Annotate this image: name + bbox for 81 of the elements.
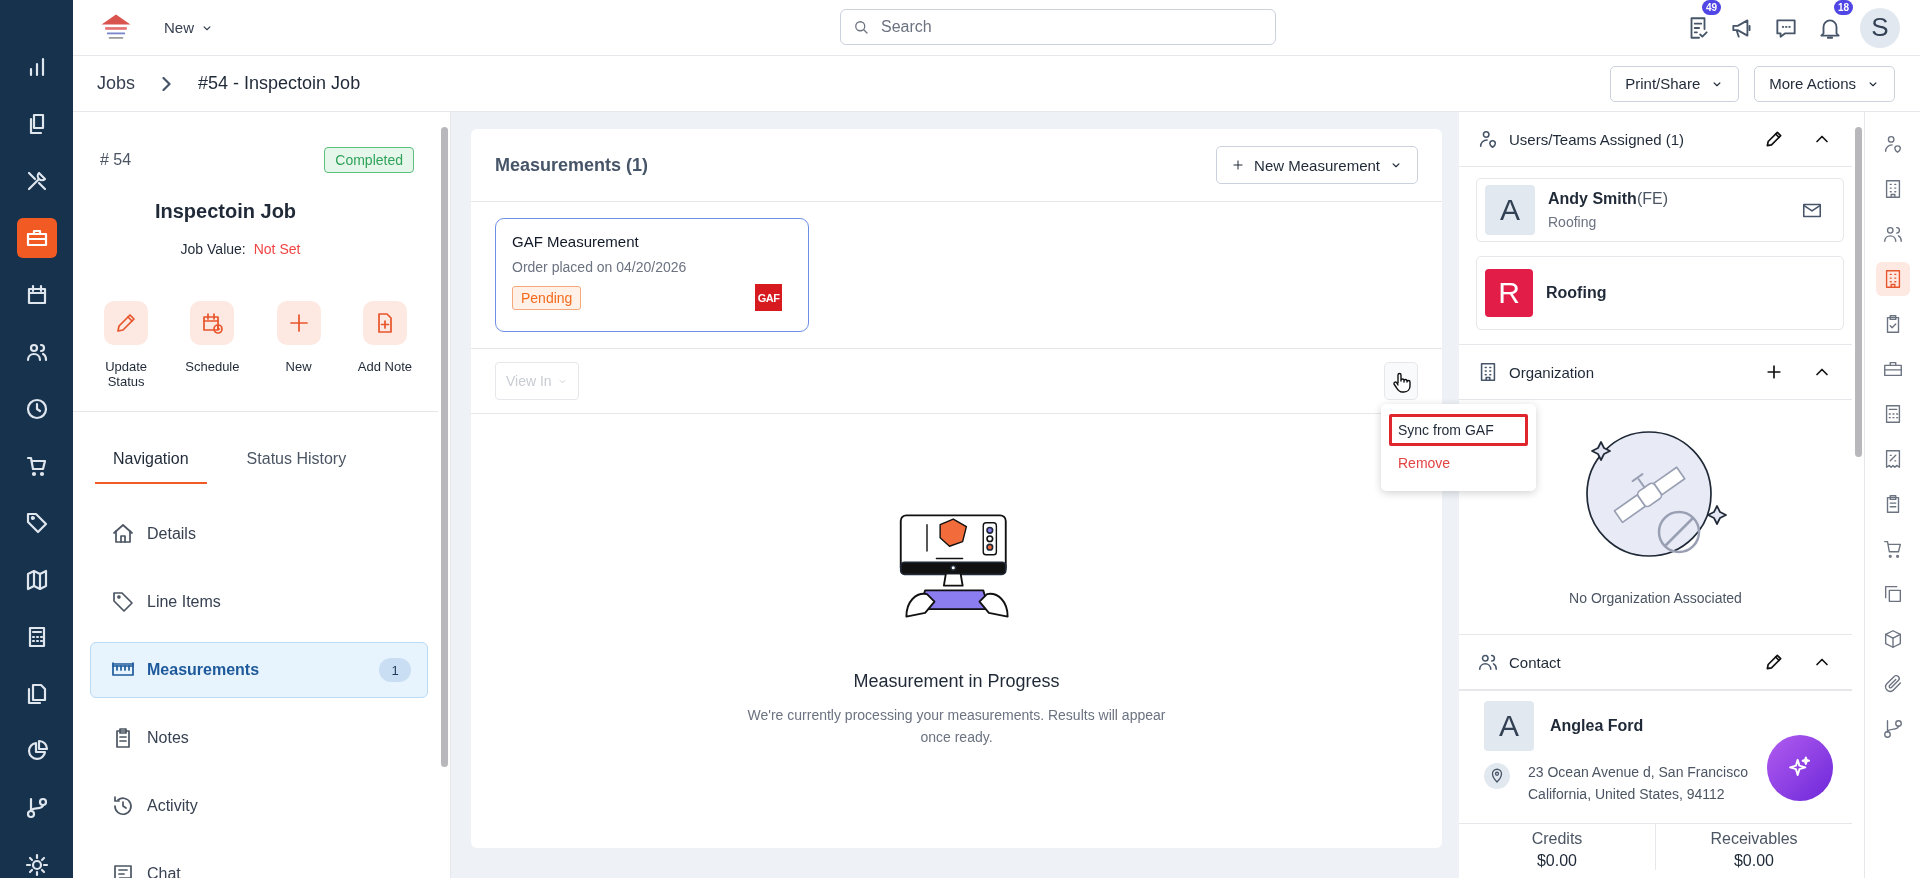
- member-role: Roofing: [1548, 214, 1598, 230]
- menu-item[interactable]: Remove: [1389, 452, 1528, 479]
- provider-logo: GAF: [755, 284, 782, 311]
- edit-icon[interactable]: [1764, 652, 1784, 672]
- member-card[interactable]: A Andy Smith(FE) Roofing: [1476, 178, 1844, 242]
- action-label: Add Note: [356, 359, 413, 374]
- scrollbar[interactable]: [1854, 127, 1862, 457]
- avatar: A: [1484, 701, 1534, 751]
- search-icon: [852, 18, 870, 36]
- nav-label: Activity: [147, 797, 199, 815]
- avatar: R: [1485, 269, 1533, 317]
- plus-icon: [1231, 158, 1246, 172]
- home-icon: [111, 522, 135, 546]
- file-plus-button[interactable]: [362, 301, 407, 345]
- user-avatar[interactable]: S: [1860, 7, 1900, 48]
- measurement-card[interactable]: GAF Measurement Order placed on 04/20/2026 Pending GAF: [495, 218, 809, 332]
- status-badge: Completed: [324, 147, 414, 173]
- edit-icon[interactable]: [1764, 129, 1784, 149]
- user-pin-icon: [1477, 128, 1499, 150]
- tab[interactable]: Navigation: [95, 442, 207, 484]
- nav-item[interactable]: Notes: [90, 710, 428, 766]
- nav-label: Measurements: [147, 661, 261, 679]
- section-title: Contact: [1509, 653, 1562, 671]
- job-value-label: Job Value:: [180, 241, 246, 257]
- calendar-clock-button[interactable]: [190, 301, 235, 345]
- action-label: New: [284, 359, 313, 374]
- history-icon: [111, 794, 135, 818]
- chevron-right-icon: [162, 76, 172, 91]
- map-pin-icon: [1484, 763, 1510, 789]
- count-badge: 18: [1834, 0, 1854, 15]
- nav-item[interactable]: Measurements 1: [90, 642, 428, 698]
- member-name: Roofing: [1546, 284, 1608, 302]
- empty-state-text: No Organization Associated: [1569, 590, 1742, 606]
- nav-item[interactable]: Activity: [90, 778, 428, 834]
- scrollbar[interactable]: [440, 127, 448, 767]
- section-title: Users/Teams Assigned (1): [1509, 130, 1686, 148]
- job-number: # 54: [100, 151, 132, 169]
- calendar-clock-icon: [200, 311, 225, 335]
- menu-item[interactable]: Sync from GAF: [1389, 414, 1528, 446]
- member-name: Andy Smith(FE): [1548, 190, 1669, 208]
- balance-label: Receivables: [1710, 830, 1798, 848]
- balance-label: Credits: [1531, 830, 1583, 848]
- new-menu-button[interactable]: New: [160, 15, 218, 40]
- empty-state-title: Measurement in Progress: [853, 671, 1060, 692]
- action-dropdown-button[interactable]: Print/Share: [1610, 65, 1740, 102]
- panel-title: Measurements (1): [495, 154, 649, 176]
- member-card[interactable]: R Roofing: [1476, 256, 1844, 330]
- briefcase-icon[interactable]: [16, 218, 57, 258]
- action-dropdown-button[interactable]: More Actions: [1754, 65, 1895, 102]
- address-line: 23 Ocean Avenue d, San Francisco: [1528, 763, 1748, 781]
- balance-value: $0.00: [1733, 852, 1774, 870]
- building-icon[interactable]: [1875, 262, 1910, 296]
- contact-name: Anglea Ford: [1550, 717, 1644, 735]
- tab[interactable]: Status History: [228, 442, 365, 484]
- job-title: Inspectoin Job: [153, 200, 298, 223]
- order-date: Order placed on 04/20/2026: [512, 259, 688, 275]
- address-line: California, United States, 94112: [1528, 785, 1726, 803]
- measurement-name: GAF Measurement: [512, 233, 640, 250]
- new-measurement-button[interactable]: New Measurement: [1216, 146, 1418, 184]
- plus-button[interactable]: [276, 301, 321, 345]
- nav-label: Line Items: [147, 593, 222, 611]
- job-value: Not Set: [253, 241, 301, 257]
- search-field[interactable]: Search: [840, 9, 1276, 45]
- more-button[interactable]: [1384, 362, 1418, 400]
- action-label: Update Status: [104, 359, 149, 389]
- tag-icon: [111, 590, 135, 614]
- count-badge: 1: [379, 658, 411, 682]
- balance-value: $0.00: [1536, 852, 1577, 870]
- empty-state-text: We're currently processing your measurements. Results will appear once ready.: [746, 706, 1167, 747]
- breadcrumb-link[interactable]: Jobs: [97, 73, 136, 94]
- action-label: Schedule: [184, 359, 241, 374]
- avatar: A: [1485, 185, 1535, 235]
- page-title: #54 - Inspectoin Job: [198, 73, 361, 94]
- nav-label: Notes: [147, 729, 190, 747]
- nav-item[interactable]: Details: [90, 506, 428, 562]
- count-badge: 49: [1702, 0, 1722, 15]
- pencil-button[interactable]: [104, 301, 149, 345]
- section-title: Organization: [1509, 363, 1596, 381]
- nav-item[interactable]: Line Items: [90, 574, 428, 630]
- status-badge: Pending: [512, 285, 582, 310]
- nav-label: Details: [147, 525, 197, 543]
